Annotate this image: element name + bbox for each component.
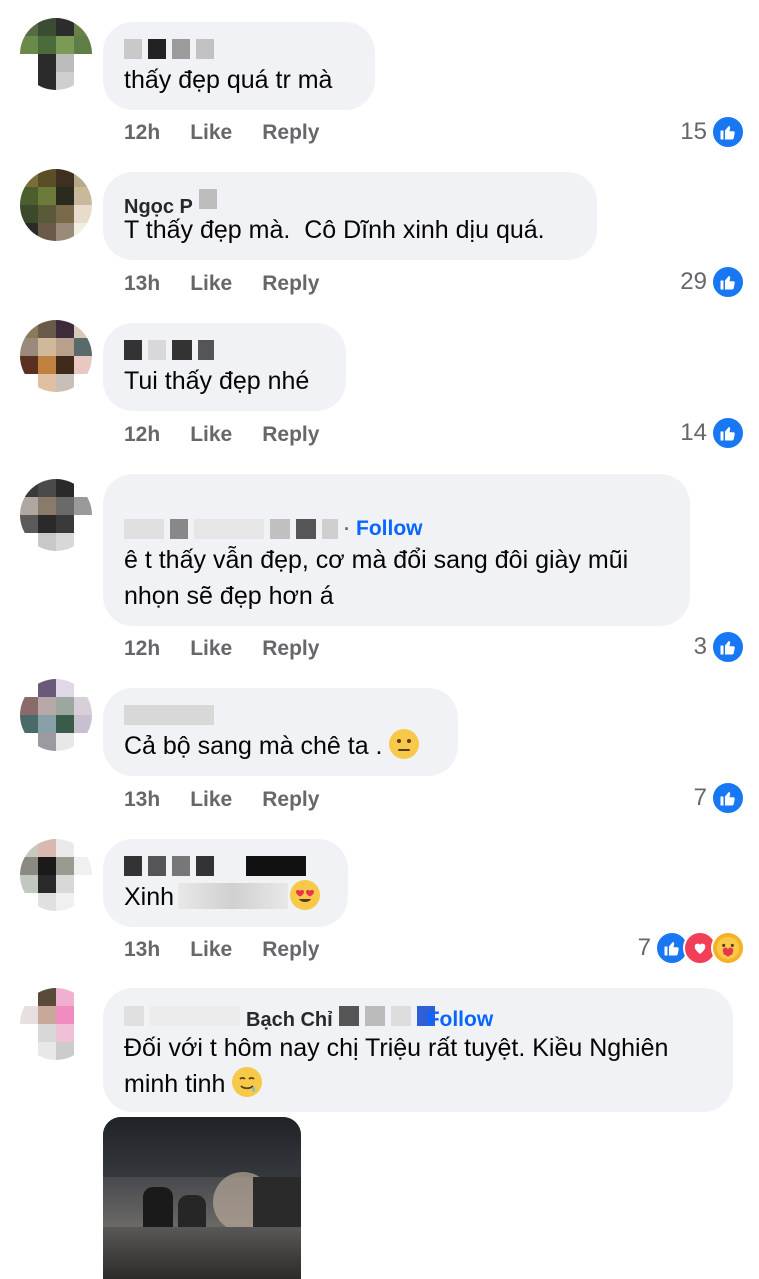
author-name[interactable] bbox=[124, 337, 326, 363]
reaction-count: 3 bbox=[693, 633, 707, 660]
thumbs-up-icon bbox=[711, 416, 745, 450]
comment-time[interactable]: 13h bbox=[124, 272, 160, 296]
drooling-face-emoji-icon bbox=[232, 1067, 263, 1097]
avatar[interactable] bbox=[20, 169, 92, 241]
neutral-face-emoji-icon bbox=[389, 729, 420, 759]
avatar[interactable] bbox=[20, 479, 92, 551]
reaction-count: 15 bbox=[680, 118, 707, 145]
like-button[interactable]: Like bbox=[190, 121, 232, 145]
avatar[interactable] bbox=[20, 988, 92, 1060]
author-name[interactable]: Ngọc P bbox=[124, 186, 577, 218]
reply-button[interactable]: Reply bbox=[262, 272, 319, 296]
author-name[interactable]: · Follow bbox=[124, 516, 423, 542]
comment-text: Tui thấy đẹp nhé bbox=[124, 367, 310, 395]
reaction-count: 14 bbox=[680, 419, 707, 446]
comment-actions: 13h Like Reply bbox=[124, 272, 319, 296]
author-name[interactable] bbox=[124, 36, 355, 62]
reaction-summary[interactable]: 29 bbox=[680, 265, 745, 299]
comment-text: Xinh bbox=[124, 879, 328, 915]
avatar[interactable] bbox=[20, 320, 92, 392]
like-button[interactable]: Like bbox=[190, 637, 232, 661]
thumbs-up-icon bbox=[711, 115, 745, 149]
comment-bubble: Bạch Chỉ Follow Đối với t hôm nay chị Tr… bbox=[103, 988, 733, 1112]
comment-time[interactable]: 13h bbox=[124, 938, 160, 962]
comment-actions: 12h Like Reply bbox=[124, 637, 319, 661]
reply-button[interactable]: Reply bbox=[262, 423, 319, 447]
thumbs-up-icon bbox=[711, 265, 745, 299]
comment-text: ê t thấy vẫn đẹp, cơ mà đổi sang đôi già… bbox=[124, 546, 636, 610]
comment-bubble: · Follow ê t thấy vẫn đẹp, cơ mà đổi san… bbox=[103, 474, 690, 626]
comment-text: Đối với t hôm nay chị Triệu rất tuyệt. K… bbox=[124, 1034, 676, 1098]
reply-button[interactable]: Reply bbox=[262, 637, 319, 661]
comment-text: thấy đẹp quá tr mà bbox=[124, 66, 333, 94]
reaction-summary[interactable]: 15 bbox=[680, 115, 745, 149]
comment-bubble: Tui thấy đẹp nhé bbox=[103, 323, 346, 411]
comment-time[interactable]: 12h bbox=[124, 121, 160, 145]
comment-actions: 13h Like Reply bbox=[124, 938, 319, 962]
care-icon bbox=[711, 931, 745, 965]
thumbs-up-icon bbox=[711, 630, 745, 664]
reaction-count: 7 bbox=[693, 784, 707, 811]
avatar[interactable] bbox=[20, 839, 92, 911]
comment-time[interactable]: 13h bbox=[124, 788, 160, 812]
like-button[interactable]: Like bbox=[190, 938, 232, 962]
comment-bubble: Cả bộ sang mà chê ta . bbox=[103, 688, 458, 776]
like-button[interactable]: Like bbox=[190, 272, 232, 296]
reaction-summary[interactable]: 7 bbox=[638, 931, 745, 965]
author-name[interactable] bbox=[124, 702, 438, 728]
comment-bubble: Xinh bbox=[103, 839, 348, 927]
reply-button[interactable]: Reply bbox=[262, 938, 319, 962]
comment-time[interactable]: 12h bbox=[124, 423, 160, 447]
thumbs-up-icon bbox=[711, 781, 745, 815]
reaction-count: 7 bbox=[637, 934, 651, 961]
comment-actions: 12h Like Reply bbox=[124, 423, 319, 447]
like-button[interactable]: Like bbox=[190, 423, 232, 447]
reply-button[interactable]: Reply bbox=[262, 788, 319, 812]
comment-actions: 12h Like Reply bbox=[124, 121, 319, 145]
reply-button[interactable]: Reply bbox=[262, 121, 319, 145]
follow-button[interactable]: Follow bbox=[427, 1008, 494, 1032]
comment-text: Cả bộ sang mà chê ta . bbox=[124, 728, 438, 764]
author-name[interactable]: Bạch Chỉ Follow bbox=[124, 1002, 713, 1032]
comment-bubble: Ngọc P T thấy đẹp mà. Cô Dĩnh xinh dịu q… bbox=[103, 172, 597, 260]
comment-time[interactable]: 12h bbox=[124, 637, 160, 661]
like-button[interactable]: Like bbox=[190, 788, 232, 812]
follow-button[interactable]: Follow bbox=[356, 517, 423, 541]
reaction-summary[interactable]: 3 bbox=[694, 630, 745, 664]
reaction-summary[interactable]: 14 bbox=[680, 416, 745, 450]
comment-bubble: thấy đẹp quá tr mà bbox=[103, 22, 375, 110]
comment-actions: 13h Like Reply bbox=[124, 788, 319, 812]
avatar[interactable] bbox=[20, 679, 92, 751]
reaction-count: 29 bbox=[680, 268, 707, 295]
reaction-summary[interactable]: 7 bbox=[694, 781, 745, 815]
attached-video-thumbnail[interactable] bbox=[103, 1117, 301, 1279]
avatar[interactable] bbox=[20, 18, 92, 90]
heart-eyes-emoji-icon bbox=[290, 880, 321, 910]
author-name[interactable] bbox=[124, 853, 328, 879]
